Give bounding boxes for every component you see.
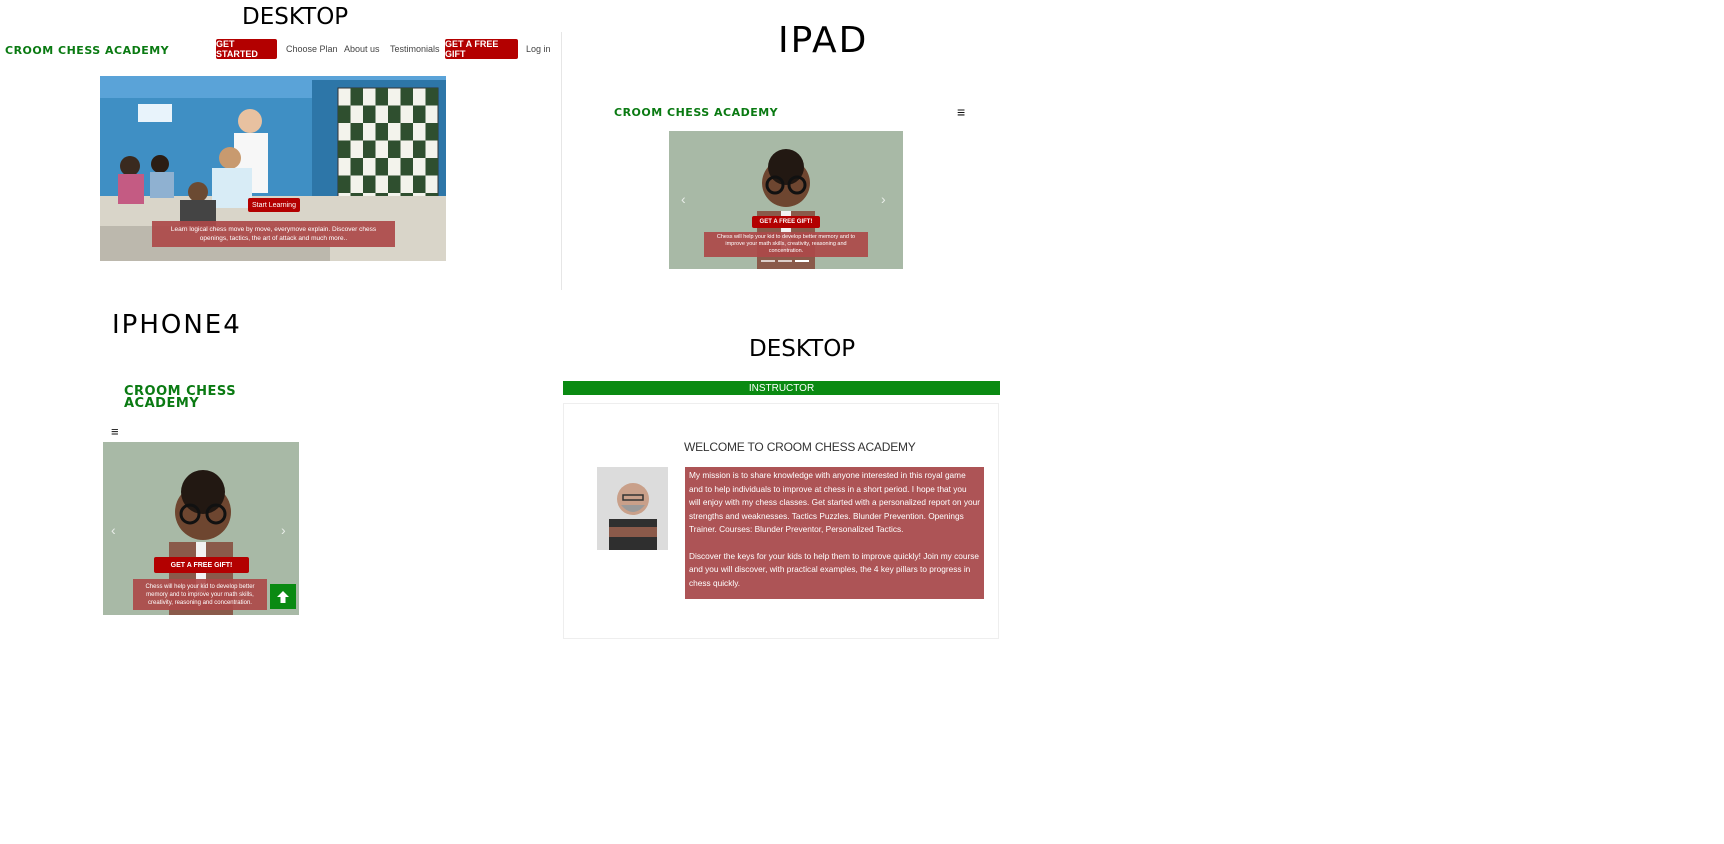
board-square — [413, 140, 426, 158]
board-square — [400, 123, 413, 141]
carousel-dot[interactable] — [761, 260, 775, 262]
board-square — [425, 158, 438, 176]
bio-paragraph-spacer — [689, 537, 980, 550]
desktop-logo[interactable]: CROOM CHESS ACADEMY — [5, 44, 169, 57]
iphone-next-chevron-right-icon[interactable]: › — [281, 522, 286, 538]
board-square — [338, 140, 351, 158]
instructor-portrait — [597, 467, 668, 550]
instructor-bar: INSTRUCTOR — [563, 381, 1000, 395]
instructor-card: WELCOME TO CROOM CHESS ACADEMY My missio… — [563, 403, 999, 639]
back-to-top-button[interactable] — [270, 584, 296, 609]
desktop-bottom-label: DESKTOP — [749, 336, 856, 362]
ipad-hamburger-icon[interactable]: ≡ — [957, 104, 965, 120]
iphone-hamburger-icon[interactable]: ≡ — [111, 424, 119, 439]
nav-login[interactable]: Log in — [526, 44, 551, 54]
board-square — [363, 105, 376, 123]
panel-divider — [561, 32, 562, 290]
board-square — [363, 140, 376, 158]
board-square — [413, 175, 426, 193]
iphone-label: IPHONE4 — [112, 310, 242, 340]
ipad-free-gift-button[interactable]: GET A FREE GIFT! — [752, 216, 820, 228]
ipad-carousel-indicators[interactable] — [761, 260, 809, 262]
instructor-bio: My mission is to share knowledge with an… — [685, 467, 984, 599]
board-square — [388, 105, 401, 123]
arrow-up-icon — [277, 590, 289, 603]
ipad-hero-image: ‹ › GET A FREE GIFT! Chess will help you… — [669, 131, 903, 269]
board-square — [350, 88, 363, 106]
welcome-heading: WELCOME TO CROOM CHESS ACADEMY — [684, 440, 916, 454]
start-learning-button[interactable]: Start Learning — [248, 198, 300, 212]
desktop-hero-image: Start Learning Learn logical chess move … — [100, 76, 446, 261]
iphone-free-gift-button[interactable]: GET A FREE GIFT! — [154, 557, 249, 573]
board-square — [425, 123, 438, 141]
ipad-hero-caption: Chess will help your kid to develop bett… — [704, 232, 868, 257]
bio-paragraph-1: My mission is to share knowledge with an… — [689, 470, 980, 534]
nav-choose-plan[interactable]: Choose Plan — [286, 44, 338, 54]
nav-about-us[interactable]: About us — [344, 44, 380, 54]
get-started-button[interactable]: GET STARTED — [216, 39, 277, 59]
free-gift-nav-button[interactable]: GET A FREE GIFT — [445, 39, 518, 59]
board-square — [388, 140, 401, 158]
iphone-hero-caption: Chess will help your kid to develop bett… — [133, 579, 267, 610]
ipad-logo[interactable]: CROOM CHESS ACADEMY — [614, 106, 778, 119]
board-square — [338, 175, 351, 193]
desktop-top-label: DESKTOP — [242, 4, 349, 30]
board-square — [338, 105, 351, 123]
nav-testimonials[interactable]: Testimonials — [390, 44, 440, 54]
bio-paragraph-2: Discover the keys for your kids to help … — [689, 550, 980, 588]
ipad-next-chevron-right-icon[interactable]: › — [881, 191, 886, 207]
instructor-photo — [597, 467, 668, 550]
iphone-prev-chevron-left-icon[interactable]: ‹ — [111, 522, 116, 538]
board-square — [425, 88, 438, 106]
iphone-logo[interactable]: CROOM CHESS ACADEMY — [124, 385, 274, 410]
board-square — [350, 123, 363, 141]
board-square — [400, 158, 413, 176]
board-square — [375, 123, 388, 141]
board-square — [400, 88, 413, 106]
board-square — [375, 158, 388, 176]
ipad-label: IPAD — [778, 20, 869, 61]
board-square — [363, 175, 376, 193]
board-square — [413, 105, 426, 123]
desktop-hero-caption: Learn logical chess move by move, everym… — [152, 221, 395, 247]
carousel-dot[interactable] — [778, 260, 792, 262]
carousel-dot[interactable] — [795, 260, 809, 262]
ipad-prev-chevron-left-icon[interactable]: ‹ — [681, 191, 686, 207]
board-square — [388, 175, 401, 193]
board-square — [350, 158, 363, 176]
board-square — [375, 88, 388, 106]
